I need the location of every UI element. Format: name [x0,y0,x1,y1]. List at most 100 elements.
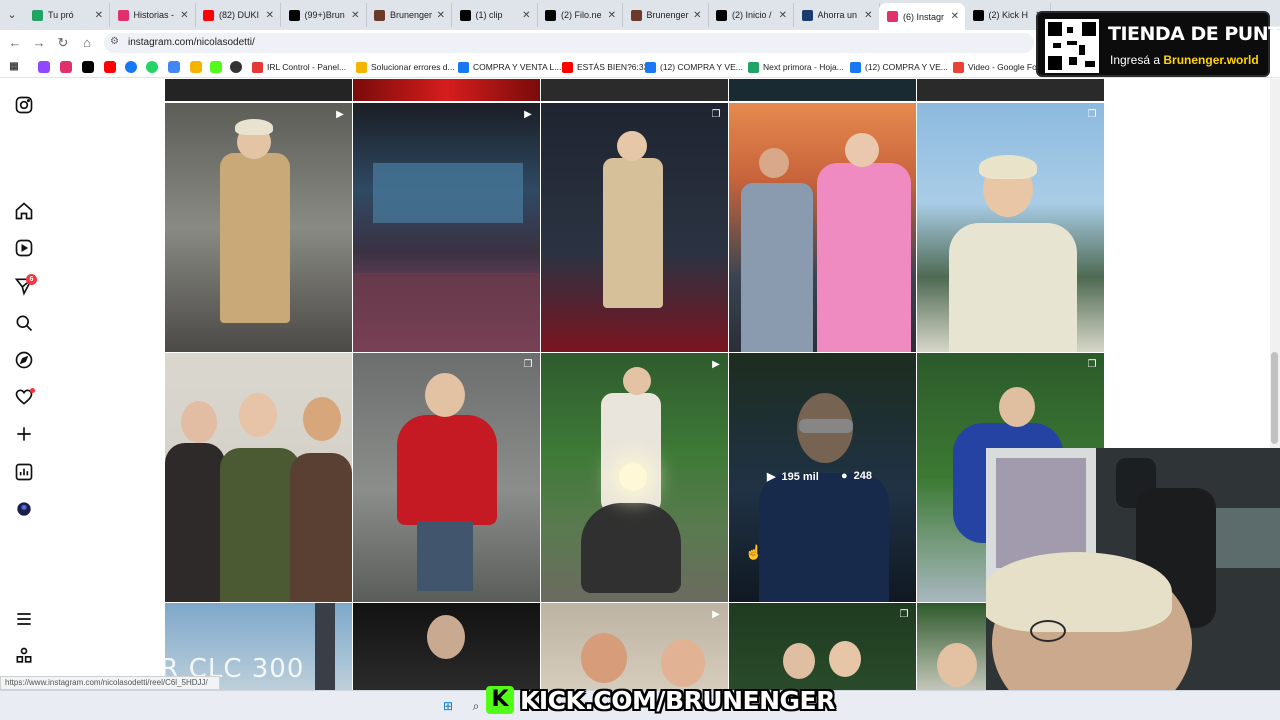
taskbar-search-icon[interactable]: ⌕ [468,698,484,714]
github-bookmark-icon[interactable] [230,61,242,73]
profile-posts-grid: ▶ ▶ ❐ ❐ ❐ ▶ ▶ 195 mil ● 248 ❐ ▶ ❐ [165,79,1105,699]
bookmark-label: ESTÁS BIEN?6:33 [577,62,649,72]
post-tile[interactable]: ❐ [353,353,540,602]
tab-close-icon[interactable]: ✕ [179,10,188,21]
whatsapp-bookmark-icon[interactable] [146,61,158,73]
tab-close-icon[interactable]: ✕ [521,10,530,21]
post-tile[interactable] [917,79,1104,101]
comments-count: ● 248 [841,470,873,482]
bookmark-item[interactable]: COMPRA Y VENTA L... [458,59,561,75]
post-tile[interactable]: ▶ [353,103,540,352]
tab-close-icon[interactable]: ✕ [264,10,274,21]
bookmark-favicon-icon [458,61,469,73]
site-info-icon[interactable]: ⚙ [110,36,119,47]
x-icon [716,9,727,21]
kick-bookmark-icon[interactable] [210,61,222,73]
tab-close-icon[interactable]: ✕ [93,10,103,21]
tab-label: (99+)Brun [304,10,345,20]
post-tile[interactable] [729,79,916,101]
post-tile[interactable] [165,79,352,101]
browser-tab[interactable]: (99+)Brun ✕ [281,3,367,27]
comment-icon: ● [841,470,848,482]
bookmark-item[interactable]: ESTÁS BIEN?6:33 [562,59,648,75]
forward-arrow-icon[interactable]: → [30,34,48,52]
carousel-icon: ❐ [1087,109,1097,120]
explore-icon[interactable] [14,350,34,370]
tab-label: (2) Filo.ne [561,10,602,20]
home-icon[interactable] [14,201,34,221]
bookmark-label: Next primora - Hoja... [763,62,844,72]
post-hover-overlay[interactable]: ▶ 195 mil ● 248 [729,353,916,602]
facebook-bookmark-icon[interactable] [125,61,137,73]
kick-logo-icon: K [486,686,514,714]
post-tile[interactable] [353,79,540,101]
twitch-icon[interactable] [38,61,50,73]
post-tile[interactable] [165,353,352,602]
browser-tab[interactable]: Tu pró ✕ [24,3,110,27]
browser-tab[interactable]: (6) Instagr ✕ [879,3,965,30]
instagram-logo-icon[interactable] [14,95,34,115]
bookmark-item[interactable]: (12) COMPRA Y VE... [645,59,743,75]
windows-start-icon[interactable]: ⊞ [440,698,456,714]
browser-tab[interactable]: Brunenger ✕ [366,3,452,27]
tab-close-icon[interactable]: ✕ [606,10,616,21]
tab-label: Brunenger [390,10,433,20]
post-tile[interactable]: ▶ 195 mil ● 248 [729,353,916,602]
create-icon[interactable] [14,424,34,444]
dashboard-icon[interactable] [14,462,34,482]
link-status-bar: https://www.instagram.com/nicolasodetti/… [0,676,220,690]
home-button-icon[interactable]: ⌂ [78,34,96,52]
reload-icon[interactable]: ↻ [54,34,72,52]
post-tile[interactable]: ❐ [541,103,728,352]
bookmark-item[interactable]: Next primora - Hoja... [748,59,844,75]
avatar-icon [630,9,642,21]
bookmark-label: Solucionar errores d... [371,62,455,72]
post-tile[interactable]: ▶ [541,353,728,602]
address-bar[interactable]: ⚙ instagram.com/nicolasodetti/ [104,33,1034,53]
post-tile[interactable] [729,103,916,352]
instagram-sidebar: 6 [0,79,50,699]
more-menu-icon[interactable] [14,609,34,629]
promo-subtitle: Ingresá a Brunenger.world [1110,53,1259,67]
post-tile[interactable]: ▶ [165,103,352,352]
post-tile[interactable] [541,79,728,101]
reel-icon: ▶ [712,609,720,620]
browser-tab[interactable]: (1) clip ✕ [452,3,538,27]
x-bookmark-icon[interactable] [82,61,94,73]
scrollbar-thumb[interactable] [1271,352,1278,444]
tab-close-icon[interactable]: ✕ [863,10,872,21]
post-tile[interactable]: ❐ [917,103,1104,352]
reels-icon[interactable] [14,238,34,258]
bookmark-item[interactable]: IRL Control - Panel... [252,59,346,75]
tab-close-icon[interactable]: ✕ [350,10,359,21]
apps-grid-icon[interactable]: ▦ [8,61,20,73]
tab-close-icon[interactable]: ✕ [777,10,787,21]
browser-tab[interactable]: Brunenger ✕ [623,3,709,27]
bookmark-label: IRL Control - Panel... [267,62,347,72]
browser-tab[interactable]: (2) Filo.ne ✕ [537,3,623,27]
bookmark-item[interactable]: Video - Google Foto [953,59,1044,75]
drive-bookmark-icon[interactable] [190,61,202,73]
back-arrow-icon[interactable]: ← [6,34,24,52]
profile-avatar-icon[interactable] [14,499,34,519]
bookmark-favicon-icon [953,61,964,73]
youtube-bookmark-icon[interactable] [104,61,116,73]
browser-tab[interactable]: (82) DUKI ✕ [195,3,281,27]
browser-tab[interactable]: (2) Inicio / ✕ [708,3,794,27]
tab-label: Ahorra un [817,10,858,20]
globe-icon [801,9,813,21]
tab-close-icon[interactable]: ✕ [949,11,959,22]
bookmark-label: (12) COMPRA Y VE... [660,62,743,72]
browser-tab[interactable]: Historias - ✕ [110,3,196,27]
browser-tab[interactable]: Ahorra un ✕ [794,3,880,27]
bookmark-item[interactable]: Solucionar errores d... [356,59,455,75]
bookmark-item[interactable]: (12) COMPRA Y VE... [850,59,948,75]
tab-search-icon[interactable]: ⌄ [4,7,20,23]
bookmark-favicon-icon [645,61,656,73]
tab-close-icon[interactable]: ✕ [692,10,701,21]
instagram-bookmark-icon[interactable] [60,61,72,73]
google-apps-bookmark-icon[interactable] [168,61,180,73]
search-icon[interactable] [14,313,34,333]
store-promo-overlay: TIENDA DE PUNTOS Ingresá a Brunenger.wor… [1036,11,1280,77]
tab-close-icon[interactable]: ✕ [435,10,445,21]
